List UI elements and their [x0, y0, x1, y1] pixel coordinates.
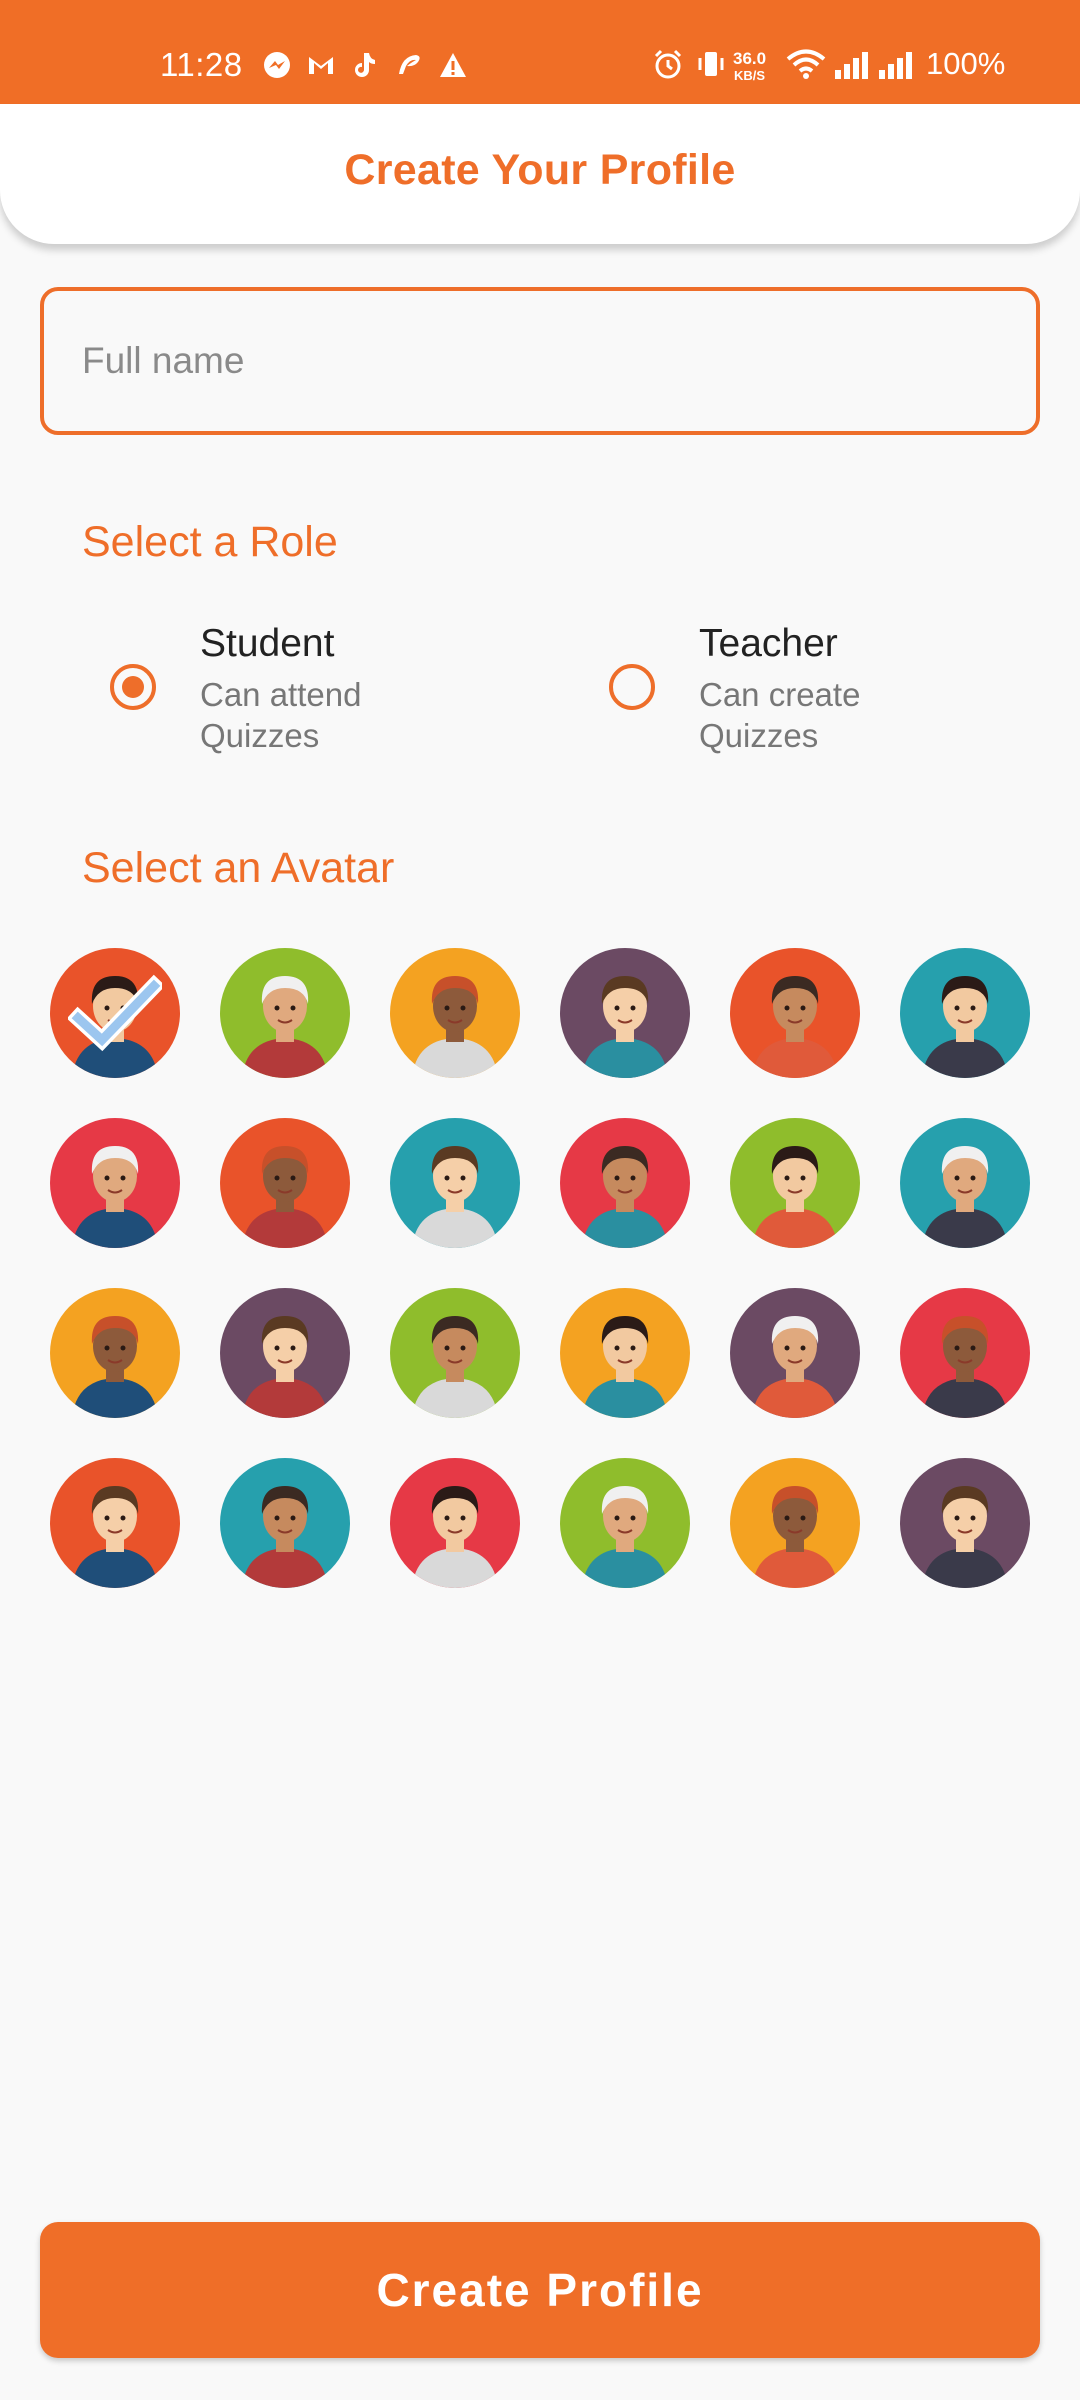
- avatar-option[interactable]: [560, 1288, 690, 1418]
- avatar-option[interactable]: [900, 948, 1030, 1078]
- connectivity-icons: [786, 48, 914, 85]
- avatar-option[interactable]: [220, 1458, 350, 1588]
- person-avatar-icon: [72, 976, 158, 1078]
- avatar-option[interactable]: [730, 1118, 860, 1248]
- messenger-icon: [262, 50, 292, 80]
- alarm-icon: [652, 48, 684, 85]
- avatar-option[interactable]: [560, 948, 690, 1078]
- app-header: Create Your Profile: [0, 104, 1080, 244]
- person-avatar-icon: [412, 976, 498, 1078]
- avatar-option[interactable]: [50, 1458, 180, 1588]
- notification-icons: [262, 50, 468, 80]
- person-avatar-icon: [412, 1316, 498, 1418]
- person-avatar-icon: [752, 976, 838, 1078]
- system-icons: [652, 48, 726, 85]
- person-avatar-icon: [582, 1146, 668, 1248]
- person-avatar-icon: [242, 976, 328, 1078]
- person-avatar-icon: [242, 1146, 328, 1248]
- person-avatar-icon: [72, 1316, 158, 1418]
- wifi-icon: [786, 48, 826, 85]
- create-profile-screen: 11:28 36.0 KB/S 100% Create Your Profile…: [0, 0, 1080, 2400]
- tiktok-icon: [350, 50, 380, 80]
- person-avatar-icon: [752, 1486, 838, 1588]
- avatar-option[interactable]: [560, 1118, 690, 1248]
- full-name-input[interactable]: [40, 287, 1040, 435]
- avatar-option[interactable]: [390, 1118, 520, 1248]
- warning-icon: [438, 50, 468, 80]
- person-avatar-icon: [242, 1486, 328, 1588]
- person-avatar-icon: [412, 1486, 498, 1588]
- avatar-option[interactable]: [50, 1288, 180, 1418]
- airtel-icon: [394, 50, 424, 80]
- person-avatar-icon: [582, 1316, 668, 1418]
- avatar-option[interactable]: [900, 1288, 1030, 1418]
- battery-level: 100%: [926, 46, 1006, 81]
- student-radio[interactable]: [110, 664, 156, 710]
- person-avatar-icon: [242, 1316, 328, 1418]
- person-avatar-icon: [922, 1316, 1008, 1418]
- create-profile-button[interactable]: Create Profile: [40, 2222, 1040, 2358]
- person-avatar-icon: [582, 976, 668, 1078]
- role-section-title: Select a Role: [82, 518, 338, 566]
- avatar-option[interactable]: [50, 948, 180, 1078]
- person-avatar-icon: [72, 1486, 158, 1588]
- role-option-teacher[interactable]: Teacher Can create Quizzes: [583, 618, 1063, 758]
- avatar-option[interactable]: [730, 1458, 860, 1588]
- person-avatar-icon: [582, 1486, 668, 1588]
- person-avatar-icon: [922, 976, 1008, 1078]
- avatar-option[interactable]: [220, 1288, 350, 1418]
- role-label: Student: [200, 622, 335, 665]
- person-avatar-icon: [752, 1146, 838, 1248]
- avatar-option[interactable]: [390, 1288, 520, 1418]
- signal-icon: [878, 50, 914, 85]
- avatar-option[interactable]: [390, 1458, 520, 1588]
- avatar-option[interactable]: [220, 1118, 350, 1248]
- status-time: 11:28: [160, 46, 243, 83]
- network-speed: 36.0 KB/S: [733, 49, 767, 83]
- signal-icon: [834, 50, 870, 85]
- person-avatar-icon: [412, 1146, 498, 1248]
- role-description: Can attend Quizzes: [200, 676, 362, 754]
- avatar-option[interactable]: [730, 948, 860, 1078]
- avatar-option[interactable]: [730, 1288, 860, 1418]
- person-avatar-icon: [922, 1486, 1008, 1588]
- teacher-radio[interactable]: [609, 664, 655, 710]
- avatar-option[interactable]: [900, 1458, 1030, 1588]
- status-bar: 11:28 36.0 KB/S 100%: [0, 0, 1080, 104]
- role-label: Teacher: [699, 622, 838, 665]
- avatar-option[interactable]: [900, 1118, 1030, 1248]
- role-option-student[interactable]: Student Can attend Quizzes: [84, 618, 564, 758]
- role-description: Can create Quizzes: [699, 676, 861, 754]
- avatar-option[interactable]: [50, 1118, 180, 1248]
- person-avatar-icon: [72, 1146, 158, 1248]
- person-avatar-icon: [922, 1146, 1008, 1248]
- person-avatar-icon: [752, 1316, 838, 1418]
- avatar-option[interactable]: [390, 948, 520, 1078]
- avatar-section-title: Select an Avatar: [82, 844, 395, 892]
- avatar-option[interactable]: [220, 948, 350, 1078]
- vibrate-icon: [696, 48, 726, 85]
- avatar-option[interactable]: [560, 1458, 690, 1588]
- page-title: Create Your Profile: [344, 146, 736, 194]
- gmail-icon: [306, 50, 336, 80]
